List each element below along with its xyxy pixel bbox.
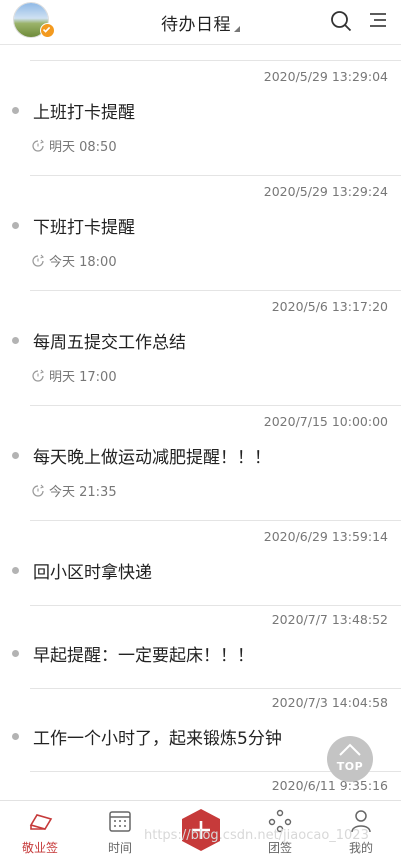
- notebook-icon: [29, 814, 53, 830]
- repeat-clock-icon: [32, 254, 44, 267]
- tab-label: 敬业签: [21, 841, 58, 855]
- list-item[interactable]: 2020/5/6 13:17:20 每周五提交工作总结 明天 17:00: [0, 294, 401, 409]
- item-title: 工作一个小时了，起来锻炼5分钟: [33, 729, 282, 749]
- item-timestamp: 2020/5/29 13:29:24: [263, 184, 388, 199]
- list-item[interactable]: 2020/7/7 13:48:52 早起提醒：一定要起床！！！: [0, 607, 401, 690]
- caret-down-icon: [234, 26, 240, 32]
- tab-jingyeqian[interactable]: 敬业签: [0, 801, 80, 857]
- item-title: 上班打卡提醒: [33, 103, 135, 123]
- bullet-dot: [12, 650, 19, 657]
- bullet-dot: [12, 567, 19, 574]
- item-reminder: 明天 08:50: [31, 136, 117, 155]
- item-timestamp: 2020/5/6 13:17:20: [271, 299, 388, 314]
- item-timestamp: 2020/7/7 13:48:52: [271, 612, 388, 627]
- reminder-text: 今天 21:35: [49, 485, 117, 500]
- divider: [30, 688, 401, 689]
- item-title: 下班打卡提醒: [33, 218, 135, 238]
- item-reminder: 明天 17:00: [31, 366, 117, 385]
- list-item[interactable]: 2020/6/29 13:59:14 回小区时拿快递: [0, 524, 401, 607]
- calendar-icon: [109, 811, 131, 832]
- item-timestamp: 2020/7/3 14:04:58: [271, 695, 388, 710]
- reminder-text: 今天 18:00: [49, 255, 117, 270]
- item-title: 每周五提交工作总结: [33, 333, 186, 353]
- bullet-dot: [12, 107, 19, 114]
- item-reminder: 今天 18:00: [31, 251, 117, 270]
- list-item[interactable]: 2020/5/29 13:29:24 下班打卡提醒 今天 18:00: [0, 179, 401, 294]
- list-item[interactable]: 2020/5/29 13:29:04 上班打卡提醒 明天 08:50: [0, 64, 401, 179]
- reminder-text: 明天 08:50: [49, 140, 117, 155]
- arrow-up-icon: [339, 743, 361, 756]
- item-title: 每天晚上做运动减肥提醒！！！: [33, 448, 271, 468]
- repeat-clock-icon: [32, 484, 44, 497]
- divider: [30, 520, 401, 521]
- item-title: 早起提醒：一定要起床！！！: [33, 646, 254, 666]
- divider: [30, 290, 401, 291]
- repeat-clock-icon: [32, 369, 44, 382]
- top-label: TOP: [336, 760, 364, 773]
- bullet-dot: [12, 337, 19, 344]
- repeat-clock-icon: [32, 139, 44, 152]
- bullet-dot: [12, 452, 19, 459]
- item-timestamp: 2020/5/29 13:29:04: [263, 69, 388, 84]
- item-reminder: 今天 21:35: [31, 481, 117, 500]
- app-header: 待办日程: [0, 0, 401, 45]
- item-timestamp: 2020/6/29 13:59:14: [263, 529, 388, 544]
- watermark: https://blog.csdn.net/jiaocao_1023: [144, 828, 369, 843]
- divider: [30, 175, 401, 176]
- divider: [30, 605, 401, 606]
- divider: [30, 405, 401, 406]
- divider: [30, 60, 401, 61]
- item-timestamp: 2020/6/11 9:35:16: [271, 778, 388, 793]
- reminder-text: 明天 17:00: [49, 370, 117, 385]
- page-title: 待办日程: [161, 15, 231, 35]
- bullet-dot: [12, 733, 19, 740]
- search-icon[interactable]: [330, 10, 352, 32]
- item-title: 回小区时拿快递: [33, 563, 152, 583]
- todo-list: 2020/5/29 13:29:04 上班打卡提醒 明天 08:50 2020/…: [0, 44, 401, 800]
- list-item[interactable]: 2020/7/15 10:00:00 每天晚上做运动减肥提醒！！！ 今天 21:…: [0, 409, 401, 524]
- scroll-top-button[interactable]: TOP: [327, 736, 373, 782]
- menu-icon[interactable]: [368, 10, 388, 30]
- item-timestamp: 2020/7/15 10:00:00: [263, 414, 388, 429]
- bullet-dot: [12, 222, 19, 229]
